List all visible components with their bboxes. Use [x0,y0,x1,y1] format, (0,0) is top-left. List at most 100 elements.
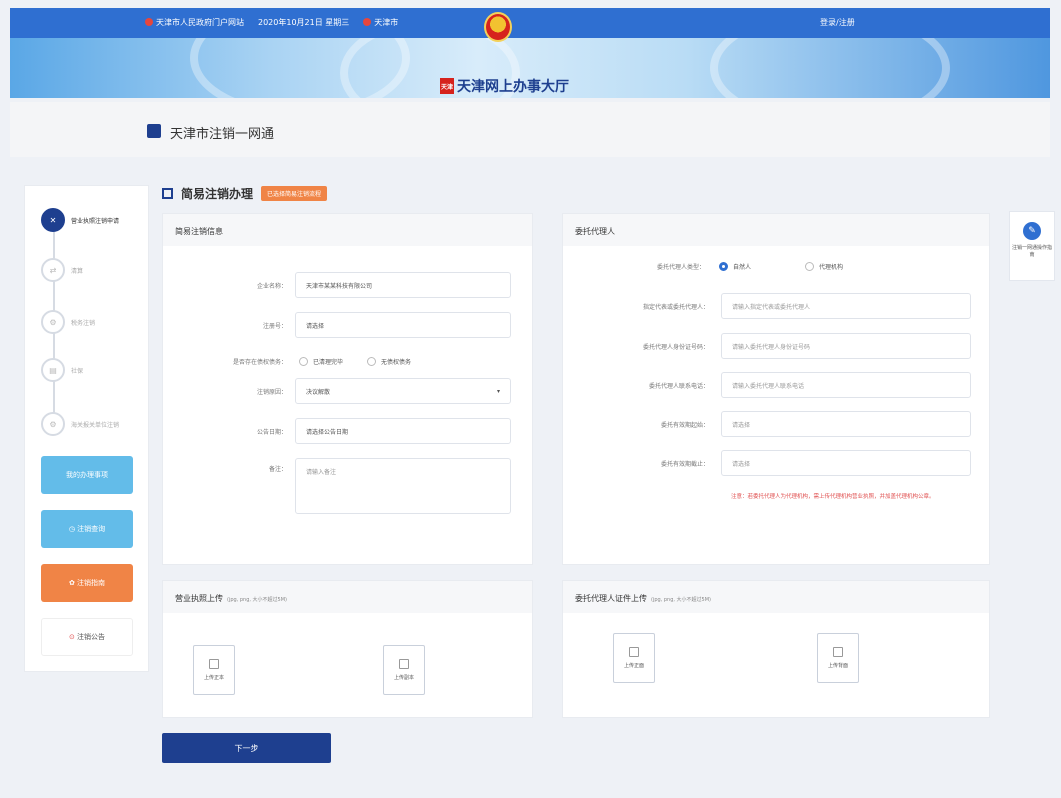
upload-copy-button[interactable]: 上传副本 [383,645,425,695]
site-logo[interactable]: 天津 天津网上办事大厅 [440,76,569,96]
agent-name-row: 指定代表或委托代理人： 请输入指定代表或委托代理人 [563,293,971,319]
step-2[interactable]: ⇄ 清算 [41,258,83,282]
agent-id-upload-card: 委托代理人证件上传 (jpg, png, 大小不超过5M) 上传正面 上传背面 [562,580,990,718]
section-icon [162,188,173,199]
reason-row: 注销原因： 决议解散 ▾ [163,378,511,404]
steps-sidebar: ✕ 营业执照注销申请 ⇄ 清算 ⚙ 税务注销 ▤ 社保 ⚙ 海关报关单位注销 我… [24,185,149,672]
step-icon: ⚙ [41,412,65,436]
reg-number-row: 注册号： 请选择 [163,312,511,338]
upload-icon [629,647,639,657]
step-4[interactable]: ▤ 社保 [41,358,83,382]
remark-row: 备注： 请输入备注 [163,458,511,514]
step-active-icon: ✕ [41,208,65,232]
debt-radio-row: 是否存在债权债务： 已清理完毕 无债权债务 [163,357,411,366]
reg-number-input[interactable]: 请选择 [295,312,511,338]
page-title: 天津市注销一网通 [170,127,275,142]
upload-front-button[interactable]: 上传正面 [613,633,655,683]
section-title: 简易注销办理 [181,187,254,201]
location-pin-icon [363,18,372,26]
card-title: 委托代理人证件上传 (jpg, png, 大小不超过5M) [563,581,989,613]
help-icon: ✎ [1023,222,1041,240]
agent-id-input[interactable]: 请输入委托代理人身份证号码 [721,333,971,359]
national-emblem-icon [484,12,512,42]
help-guide-widget[interactable]: ✎ 注销一网通操作指南 [1009,211,1055,281]
field-label: 指定代表或委托代理人： [642,303,709,311]
clock-icon: ◷ [68,525,78,533]
field-label: 委托有效期起始： [660,421,709,429]
field-label: 是否存在债权债务： [232,359,287,366]
notice-date-input[interactable]: 请选择公告日期 [295,418,511,444]
next-step-button[interactable]: 下一步 [162,733,331,763]
query-button[interactable]: ◷ 注销查询 [41,510,133,548]
remark-textarea[interactable]: 请输入备注 [295,458,511,514]
card-title: 营业执照上传 (jpg, png, 大小不超过5M) [163,581,532,613]
radio-selected-icon [719,262,728,271]
guide-button[interactable]: ✿ 注销指南 [41,564,133,602]
company-name-input[interactable]: 天津市某某科技有限公司 [295,272,511,298]
radio-icon [367,357,377,366]
field-label: 委托代理人身份证号码： [642,343,709,351]
step-icon: ▤ [41,358,65,382]
upload-back-button[interactable]: 上传背面 [817,633,859,683]
agent-id-row: 委托代理人身份证号码： 请输入委托代理人身份证号码 [563,333,971,359]
field-label: 企业名称： [256,282,287,290]
card-title: 简易注销信息 [163,214,532,246]
radio-no-debt[interactable]: 无债权债务 [367,357,411,366]
cancellation-info-card: 简易注销信息 企业名称： 天津市某某科技有限公司 注册号： 请选择 是否存在债权… [162,213,533,565]
field-label: 注册号： [262,322,287,330]
upload-icon [209,659,219,669]
agent-phone-row: 委托代理人联系电话： 请输入委托代理人联系电话 [563,372,971,398]
upload-icon [399,659,409,669]
location-selector[interactable]: 天津市 [363,17,398,28]
license-upload-card: 营业执照上传 (jpg, png, 大小不超过5M) 上传正本 上传副本 [162,580,533,718]
step-icon: ⚙ [41,310,65,334]
radio-icon [805,262,815,271]
agent-note: 注意：若委托代理人为代理机构，需上传代理机构营业执照，并加盖代理机构公章。 [731,494,935,500]
portal-link[interactable]: 天津市人民政府门户网站 [145,17,244,28]
field-label: 委托代理人联系电话： [648,382,709,390]
field-label: 公告日期： [256,428,287,436]
chevron-down-icon: ▾ [496,387,500,395]
my-tasks-button[interactable]: 我的办理事项 [41,456,133,494]
step-1[interactable]: ✕ 营业执照注销申请 [41,208,119,232]
upload-icon [833,647,843,657]
valid-from-input[interactable]: 请选择 [721,411,971,437]
radio-natural-person[interactable]: 自然人 [719,262,751,271]
card-title: 委托代理人 [563,214,989,246]
date-text: 2020年10月21日 星期三 [258,18,350,27]
process-tag: 已选择简易注销流程 [261,186,328,201]
radio-cleared[interactable]: 已清理完毕 [299,357,343,366]
valid-from-row: 委托有效期起始： 请选择 [563,411,971,437]
valid-to-input[interactable]: 请选择 [721,450,971,476]
step-3[interactable]: ⚙ 税务注销 [41,310,95,334]
guide-icon: ✿ [68,579,78,587]
section-heading: 简易注销办理 已选择简易注销流程 [162,185,328,202]
valid-to-row: 委托有效期截止： 请选择 [563,450,971,476]
top-bar-info: 天津市人民政府门户网站 2020年10月21日 星期三 天津市 [145,17,398,28]
document-icon [147,124,161,138]
site-title: 天津网上办事大厅 [457,79,569,95]
field-label: 委托有效期截止： [660,460,709,468]
agent-name-input[interactable]: 请输入指定代表或委托代理人 [721,293,971,319]
seal-icon: 天津 [440,78,454,94]
upload-original-button[interactable]: 上传正本 [193,645,235,695]
field-label: 备注： [268,466,287,473]
notice-icon: ⊙ [68,633,78,641]
radio-icon [299,357,308,366]
step-icon: ⇄ [41,258,65,282]
radio-agency[interactable]: 代理机构 [805,262,843,271]
banner-decoration [710,38,950,98]
page-title-strip: 天津市注销一网通 [10,102,1050,157]
agent-card: 委托代理人 委托代理人类型： 自然人 代理机构 指定代表或委托代理人： 请输入指… [562,213,990,565]
field-label: 注销原因： [256,388,287,396]
reason-select[interactable]: 决议解散 ▾ [295,378,511,404]
field-label: 委托代理人类型： [656,264,705,271]
date-row: 公告日期： 请选择公告日期 [163,418,511,444]
notice-button[interactable]: ⊙ 注销公告 [41,618,133,656]
company-name-row: 企业名称： 天津市某某科技有限公司 [163,272,511,298]
agent-phone-input[interactable]: 请输入委托代理人联系电话 [721,372,971,398]
step-5[interactable]: ⚙ 海关报关单位注销 [41,412,119,436]
agent-type-row: 委托代理人类型： 自然人 代理机构 [563,262,843,271]
top-bar: 天津市人民政府门户网站 2020年10月21日 星期三 天津市 登录/注册 [10,8,1050,38]
login-link[interactable]: 登录/注册 [820,17,855,28]
